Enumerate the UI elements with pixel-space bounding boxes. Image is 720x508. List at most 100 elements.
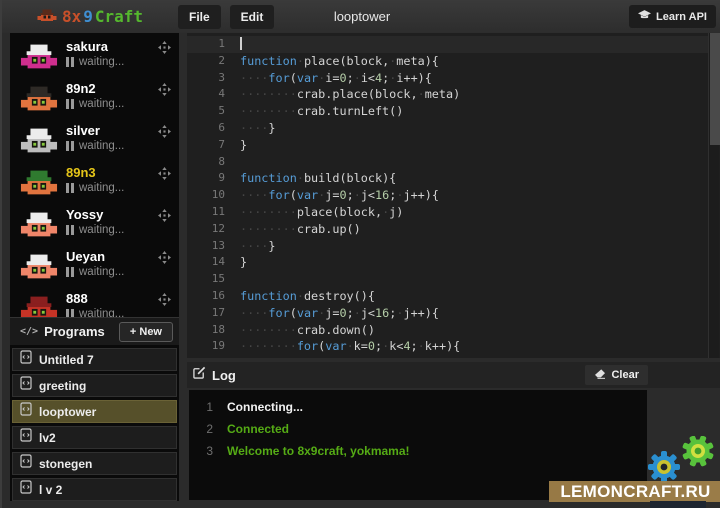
player-row[interactable]: 89n3 waiting... [10, 159, 179, 201]
program-item[interactable]: looptower [12, 400, 177, 423]
edit-log-icon [193, 366, 206, 384]
program-label: l v 2 [39, 483, 62, 497]
clear-log-button[interactable]: Clear [585, 365, 648, 385]
player-status: waiting... [79, 56, 124, 68]
player-row[interactable]: sakura waiting... [10, 33, 179, 75]
move-arrows-icon[interactable] [158, 167, 171, 180]
code-line: 10····for(var·j=0;·j<16;·j++){ [187, 187, 720, 204]
pause-icon [66, 225, 74, 235]
scrollbar-thumb[interactable] [710, 33, 720, 145]
code-text: ········crab.place(block,·meta) [240, 86, 460, 103]
code-line: 4········crab.place(block,·meta) [187, 86, 720, 103]
pause-icon [66, 309, 74, 317]
watermark-banner: LEMONCRAFT.RU [549, 481, 720, 502]
code-text: ····for(var·j=0;·j<16;·j++){ [240, 305, 439, 322]
code-text: ····} [240, 120, 276, 137]
line-number: 5 [187, 103, 240, 120]
crab-avatar [20, 293, 58, 317]
code-text: function·destroy(){ [240, 288, 375, 305]
crab-logo-icon [37, 7, 57, 26]
line-number: 3 [187, 70, 240, 87]
programs-title: Programs [44, 324, 119, 339]
editor-scrollbar[interactable] [708, 33, 719, 358]
code-text: ····for(var·i=0;·i<4;·i++){ [240, 70, 432, 87]
code-text: ········for(var·k=0;·k<4;·k++){ [240, 338, 460, 355]
code-line: 9function·build(block){ [187, 170, 720, 187]
line-number: 19 [187, 338, 240, 355]
crab-avatar [20, 251, 58, 281]
graduation-cap-icon [638, 10, 651, 23]
player-row[interactable]: Ueyanwaiting... [10, 243, 179, 285]
player-status: waiting... [79, 98, 124, 110]
code-line: 20············crab.dig() [187, 355, 720, 358]
program-file-icon [20, 376, 32, 395]
logo-text-craft: Craft [95, 7, 143, 26]
move-arrows-icon[interactable] [158, 83, 171, 96]
player-name: Yossy [66, 207, 124, 222]
program-item[interactable]: lv2 [12, 426, 177, 449]
code-line: 6····} [187, 120, 720, 137]
log-entry-text: Welcome to 8x9craft, yokmama! [227, 440, 410, 462]
program-item[interactable]: Untitled 7 [12, 348, 177, 371]
sidebar: sakurawaiting... 89n2waiting... silverwa… [10, 33, 179, 501]
line-number: 18 [187, 322, 240, 339]
pause-icon [66, 267, 74, 277]
move-arrows-icon[interactable] [158, 41, 171, 54]
logo-text-8x: 8x [62, 7, 81, 26]
line-number: 16 [187, 288, 240, 305]
move-arrows-icon[interactable] [158, 251, 171, 264]
crab-avatar [20, 209, 58, 239]
eraser-icon [594, 369, 606, 382]
program-item[interactable]: greeting [12, 374, 177, 397]
player-name: silver [66, 123, 124, 138]
program-item[interactable]: l v 2 [12, 478, 177, 501]
code-line: 14} [187, 254, 720, 271]
learn-api-button[interactable]: Learn API [629, 5, 716, 28]
move-arrows-icon[interactable] [158, 125, 171, 138]
program-label: stonegen [39, 457, 92, 471]
code-text: } [240, 137, 247, 154]
player-row[interactable]: 888waiting... [10, 285, 179, 317]
line-number: 12 [187, 221, 240, 238]
move-arrows-icon[interactable] [158, 209, 171, 222]
text-cursor [240, 37, 242, 50]
programs-header: </> Programs + New [10, 317, 179, 345]
line-number: 14 [187, 254, 240, 271]
move-arrows-icon[interactable] [158, 293, 171, 306]
code-line: 7} [187, 137, 720, 154]
line-number: 13 [187, 238, 240, 255]
program-item[interactable]: stonegen [12, 452, 177, 475]
line-number: 2 [187, 53, 240, 70]
pause-icon [66, 183, 74, 193]
crab-avatar [20, 167, 58, 197]
line-number: 8 [187, 154, 240, 171]
program-file-icon [20, 454, 32, 473]
program-file-icon [20, 350, 32, 369]
code-line: 16function·destroy(){ [187, 288, 720, 305]
player-name: sakura [66, 39, 124, 54]
line-number: 9 [187, 170, 240, 187]
program-file-icon [20, 480, 32, 499]
player-row[interactable]: Yossywaiting... [10, 201, 179, 243]
code-editor[interactable]: 12function·place(block,·meta){3····for(v… [187, 33, 720, 358]
program-file-icon [20, 402, 32, 421]
code-text: ········crab.turnLeft() [240, 103, 403, 120]
player-status: waiting... [79, 182, 124, 194]
code-text: } [240, 254, 247, 271]
crab-avatar [20, 125, 58, 155]
app-window: 8x 9 Craft File Edit looptower Learn API s… [0, 0, 720, 508]
program-file-icon [20, 428, 32, 447]
code-text: ········place(block,·j) [240, 204, 403, 221]
line-number: 6 [187, 120, 240, 137]
file-menu-button[interactable]: File [178, 5, 221, 29]
code-line: 19········for(var·k=0;·k<4;·k++){ [187, 338, 720, 355]
player-row[interactable]: 89n2waiting... [10, 75, 179, 117]
new-program-button[interactable]: + New [119, 322, 173, 342]
code-line: 11········place(block,·j) [187, 204, 720, 221]
program-label: greeting [39, 379, 86, 393]
player-row[interactable]: silverwaiting... [10, 117, 179, 159]
player-name: 89n3 [66, 165, 124, 180]
code-line: 2function·place(block,·meta){ [187, 53, 720, 70]
code-line: 17····for(var·j=0;·j<16;·j++){ [187, 305, 720, 322]
edit-menu-button[interactable]: Edit [230, 5, 275, 29]
